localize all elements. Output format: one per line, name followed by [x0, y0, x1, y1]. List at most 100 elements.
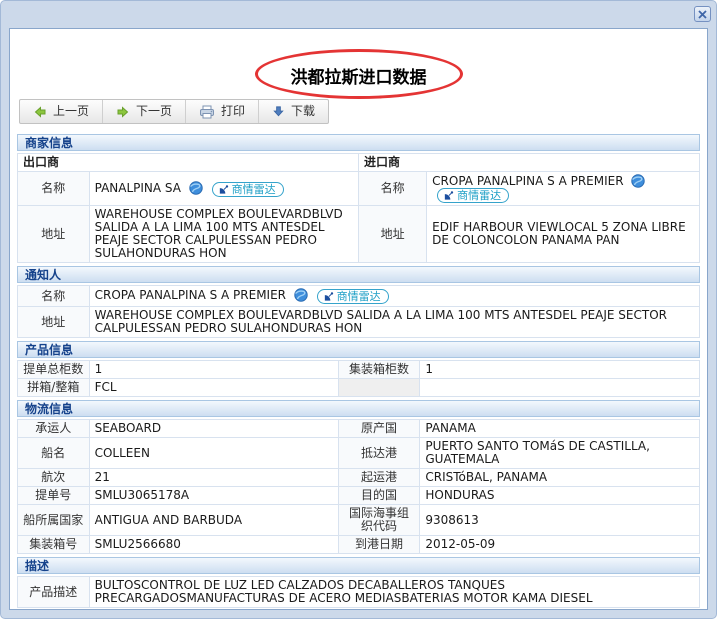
exporter-address-label: 地址 — [18, 206, 90, 263]
print-button[interactable]: 打印 — [186, 100, 259, 123]
origin-country-label: 原产国 — [338, 420, 420, 438]
globe-icon[interactable] — [189, 181, 203, 195]
notify-name-value: CROPA PANALPINA S A PREMIER — [95, 288, 286, 302]
empty-value-cell — [420, 379, 700, 397]
section-description: 描述 产品描述 BULTOSCONTROL DE LUZ LED CALZADO… — [17, 557, 700, 608]
radar-badge-label: 商情雷达 — [457, 189, 501, 202]
prev-page-button[interactable]: 上一页 — [20, 100, 103, 123]
ship-flag-country-label: 船所属国家 — [18, 505, 90, 536]
table-row: 集装箱号 SMLU2566680 到港日期 2012-05-09 — [18, 536, 700, 554]
table-row: 地址 WAREHOUSE COMPLEX BOULEVARDBLVD SALID… — [18, 307, 700, 338]
merchant-table: 出口商 进口商 名称 PANALPINA SA — [17, 153, 700, 263]
print-label: 打印 — [221, 104, 245, 119]
departure-port-value: CRISTóBAL, PANAMA — [420, 469, 700, 487]
arrival-port-label: 抵达港 — [338, 438, 420, 469]
voyage-label: 航次 — [18, 469, 90, 487]
prev-page-label: 上一页 — [53, 104, 89, 119]
importer-address-label: 地址 — [358, 206, 426, 263]
bl-number-label: 提单号 — [18, 487, 90, 505]
section-product: 产品信息 提单总柜数 1 集装箱柜数 1 拼箱/整箱 FCL — [17, 341, 700, 397]
vessel-name-value: COLLEEN — [89, 438, 338, 469]
bl-number-value: SMLU3065178A — [89, 487, 338, 505]
arrival-date-value: 2012-05-09 — [420, 536, 700, 554]
table-row: 船名 COLLEEN 抵达港 PUERTO SANTO TOMáS DE CAS… — [18, 438, 700, 469]
product-description-label: 产品描述 — [18, 577, 90, 608]
section-notify: 通知人 名称 CROPA PANALPINA S A PREMIER — [17, 266, 700, 338]
arrow-left-icon — [33, 105, 47, 119]
dialog-content-panel: 洪都拉斯进口数据 上一页 下一页 — [9, 28, 708, 610]
notify-name-cell: CROPA PANALPINA S A PREMIER — [89, 286, 699, 307]
container-number-value: SMLU2566680 — [89, 536, 338, 554]
arrival-date-label: 到港日期 — [338, 536, 420, 554]
imo-code-value: 9308613 — [420, 505, 700, 536]
importer-column-header: 进口商 — [358, 154, 699, 172]
table-row: 承运人 SEABOARD 原产国 PANAMA — [18, 420, 700, 438]
container-count-label: 集装箱柜数 — [338, 361, 420, 379]
section-header-merchant: 商家信息 — [17, 134, 700, 151]
sections-container: 商家信息 出口商 进口商 名称 PANALPINA SA — [17, 134, 700, 608]
page-title: 洪都拉斯进口数据 — [17, 63, 700, 88]
lcl-fcl-label: 拼箱/整箱 — [18, 379, 90, 397]
next-page-button[interactable]: 下一页 — [103, 100, 186, 123]
exporter-name-label: 名称 — [18, 172, 90, 206]
importer-name-label: 名称 — [358, 172, 426, 206]
table-row: 提单号 SMLU3065178A 目的国 HONDURAS — [18, 487, 700, 505]
exporter-name-value: PANALPINA SA — [95, 181, 181, 195]
bl-total-containers-label: 提单总柜数 — [18, 361, 90, 379]
origin-country-value: PANAMA — [420, 420, 700, 438]
radar-badge-label: 商情雷达 — [337, 290, 381, 303]
radar-badge[interactable]: 商情雷达 — [437, 188, 509, 203]
satellite-icon — [218, 184, 229, 195]
close-icon — [698, 10, 707, 19]
container-number-label: 集装箱号 — [18, 536, 90, 554]
vessel-name-label: 船名 — [18, 438, 90, 469]
radar-badge-label: 商情雷达 — [232, 183, 276, 196]
notify-table: 名称 CROPA PANALPINA S A PREMIER — [17, 285, 700, 338]
lcl-fcl-value: FCL — [89, 379, 338, 397]
table-row: 产品描述 BULTOSCONTROL DE LUZ LED CALZADOS D… — [18, 577, 700, 608]
section-header-logistics: 物流信息 — [17, 400, 700, 417]
radar-badge[interactable]: 商情雷达 — [212, 182, 284, 197]
product-table: 提单总柜数 1 集装箱柜数 1 拼箱/整箱 FCL — [17, 360, 700, 397]
voyage-value: 21 — [89, 469, 338, 487]
download-label: 下载 — [291, 104, 315, 119]
bl-total-containers-value: 1 — [89, 361, 338, 379]
notify-address-value: WAREHOUSE COMPLEX BOULEVARDBLVD SALIDA A… — [89, 307, 699, 338]
section-header-notify: 通知人 — [17, 266, 700, 283]
dialog-window: 洪都拉斯进口数据 上一页 下一页 — [0, 0, 717, 619]
close-button[interactable] — [694, 6, 711, 22]
section-header-description: 描述 — [17, 557, 700, 574]
logistics-table: 承运人 SEABOARD 原产国 PANAMA 船名 COLLEEN 抵达港 P… — [17, 419, 700, 554]
table-row: 船所属国家 ANTIGUA AND BARBUDA 国际海事组织代码 93086… — [18, 505, 700, 536]
table-row: 航次 21 起运港 CRISTóBAL, PANAMA — [18, 469, 700, 487]
empty-label-cell — [338, 379, 420, 397]
printer-icon — [199, 105, 215, 119]
notify-name-label: 名称 — [18, 286, 90, 307]
toolbar: 上一页 下一页 打印 下载 — [19, 99, 329, 124]
next-page-label: 下一页 — [136, 104, 172, 119]
description-table: 产品描述 BULTOSCONTROL DE LUZ LED CALZADOS D… — [17, 576, 700, 608]
carrier-label: 承运人 — [18, 420, 90, 438]
exporter-address-value: WAREHOUSE COMPLEX BOULEVARDBLVD SALIDA A… — [89, 206, 358, 263]
notify-address-label: 地址 — [18, 307, 90, 338]
globe-icon[interactable] — [294, 288, 308, 302]
title-area: 洪都拉斯进口数据 — [17, 29, 700, 99]
download-arrow-icon — [272, 105, 285, 118]
section-logistics: 物流信息 承运人 SEABOARD 原产国 PANAMA 船名 COLLEEN … — [17, 400, 700, 554]
download-button[interactable]: 下载 — [259, 100, 328, 123]
satellite-icon — [443, 190, 454, 201]
radar-badge[interactable]: 商情雷达 — [317, 289, 389, 304]
dialog-titlebar — [1, 1, 716, 28]
ship-flag-country-value: ANTIGUA AND BARBUDA — [89, 505, 338, 536]
exporter-name-cell: PANALPINA SA 商 — [89, 172, 358, 206]
table-row: 地址 WAREHOUSE COMPLEX BOULEVARDBLVD SALID… — [18, 206, 700, 263]
table-row: 名称 PANALPINA SA — [18, 172, 700, 206]
arrival-port-value: PUERTO SANTO TOMáS DE CASTILLA, GUATEMAL… — [420, 438, 700, 469]
arrow-right-icon — [116, 105, 130, 119]
globe-icon[interactable] — [631, 174, 645, 188]
imo-code-label: 国际海事组织代码 — [338, 505, 420, 536]
table-row: 拼箱/整箱 FCL — [18, 379, 700, 397]
exporter-column-header: 出口商 — [18, 154, 359, 172]
product-description-value: BULTOSCONTROL DE LUZ LED CALZADOS DECABA… — [89, 577, 699, 608]
destination-country-label: 目的国 — [338, 487, 420, 505]
